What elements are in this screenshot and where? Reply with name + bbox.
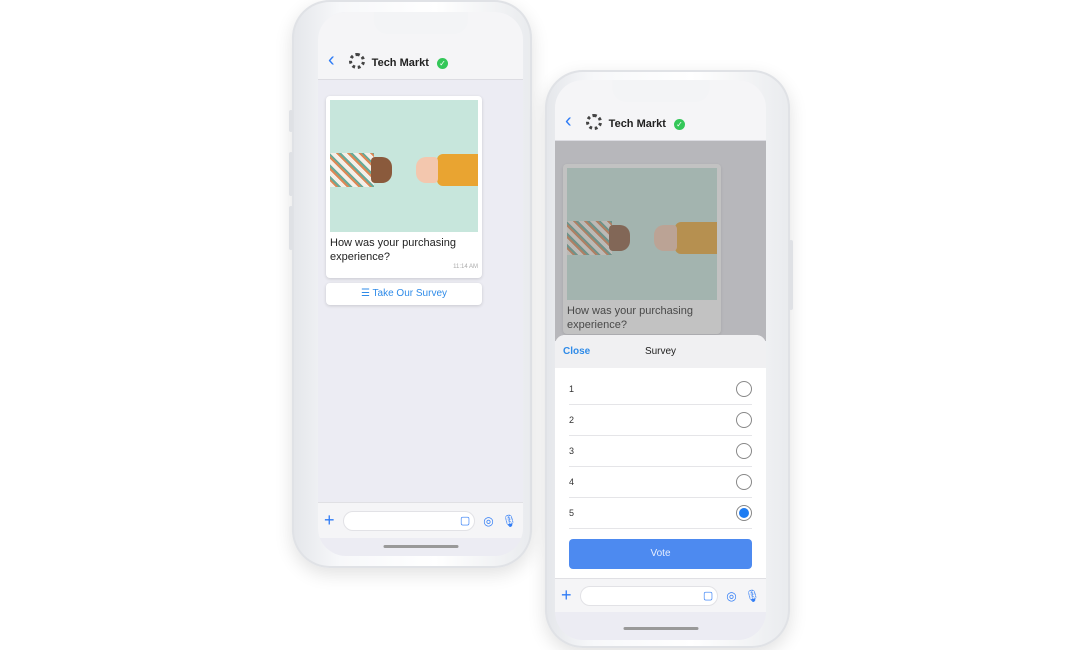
home-indicator (623, 627, 698, 630)
camera-icon[interactable]: ◎ (726, 589, 736, 603)
home-indicator (383, 545, 458, 548)
contact-name: Tech Markt (371, 57, 429, 69)
survey-sheet-header: Close Survey (555, 335, 766, 368)
screen: ‹ Tech Markt ✓ How was your purchasing e… (318, 12, 523, 556)
volume-down-button (289, 206, 293, 250)
mute-switch (289, 110, 293, 132)
radio-button[interactable] (736, 412, 752, 428)
survey-option[interactable]: 5 (569, 498, 752, 529)
sticker-icon[interactable]: ▢ (460, 514, 470, 527)
message-image (330, 100, 478, 232)
survey-option[interactable]: 4 (569, 467, 752, 498)
input-bar: + ▢ ◎ 🎙 (318, 502, 523, 538)
option-label: 2 (569, 415, 575, 425)
take-survey-label: Take Our Survey (372, 288, 448, 299)
verified-check-icon: ✓ (436, 58, 448, 69)
radio-button[interactable] (736, 381, 752, 397)
message-input[interactable]: ▢ (342, 510, 476, 531)
volume-up-button (289, 152, 293, 196)
survey-options: 1 2 3 4 5 (555, 368, 766, 529)
microphone-icon[interactable]: 🎙 (502, 514, 517, 528)
brand-logo (585, 114, 602, 130)
message-time: 11:14 AM (453, 264, 478, 270)
option-label: 3 (569, 446, 575, 456)
camera-icon[interactable]: ◎ (483, 514, 493, 528)
sticker-icon[interactable]: ▢ (703, 589, 713, 602)
brand-logo (348, 53, 365, 69)
radio-button[interactable] (736, 474, 752, 490)
take-survey-button[interactable]: ☰ Take Our Survey (326, 283, 482, 305)
power-button (789, 240, 793, 310)
close-button[interactable]: Close (563, 346, 590, 357)
option-label: 1 (569, 384, 575, 394)
plus-icon[interactable]: + (561, 585, 572, 606)
back-chevron-icon[interactable]: ‹ (328, 50, 335, 70)
notch (373, 12, 468, 34)
survey-option[interactable]: 1 (569, 374, 752, 405)
message-text: How was your purchasing experience? (330, 237, 456, 263)
notch (611, 80, 710, 102)
option-label: 4 (569, 477, 575, 487)
microphone-icon[interactable]: 🎙 (745, 589, 760, 603)
plus-icon[interactable]: + (324, 510, 335, 531)
phone-chat: ‹ Tech Markt ✓ How was your purchasing e… (289, 0, 532, 568)
back-chevron-icon[interactable]: ‹ (565, 111, 572, 131)
verified-check-icon: ✓ (673, 119, 685, 130)
screen: ‹ Tech Markt ✓ How was your purchasing e… (555, 80, 766, 640)
message-card: How was your purchasing experience? 11:1… (326, 96, 482, 278)
vote-button[interactable]: Vote (569, 539, 752, 569)
survey-option[interactable]: 3 (569, 436, 752, 467)
radio-button[interactable] (736, 443, 752, 459)
input-bar: + ▢ ◎ 🎙 (555, 578, 766, 612)
survey-sheet: Close Survey 1 2 3 4 5 Vote (555, 335, 766, 578)
option-label: 5 (569, 508, 575, 518)
radio-button-selected[interactable] (736, 505, 752, 521)
message-input[interactable]: ▢ (579, 585, 719, 606)
contact-name: Tech Markt (608, 118, 666, 130)
list-icon: ☰ (360, 288, 373, 299)
phone-survey: ‹ Tech Markt ✓ How was your purchasing e… (545, 70, 793, 648)
survey-option[interactable]: 2 (569, 405, 752, 436)
dim-overlay[interactable] (555, 141, 766, 341)
